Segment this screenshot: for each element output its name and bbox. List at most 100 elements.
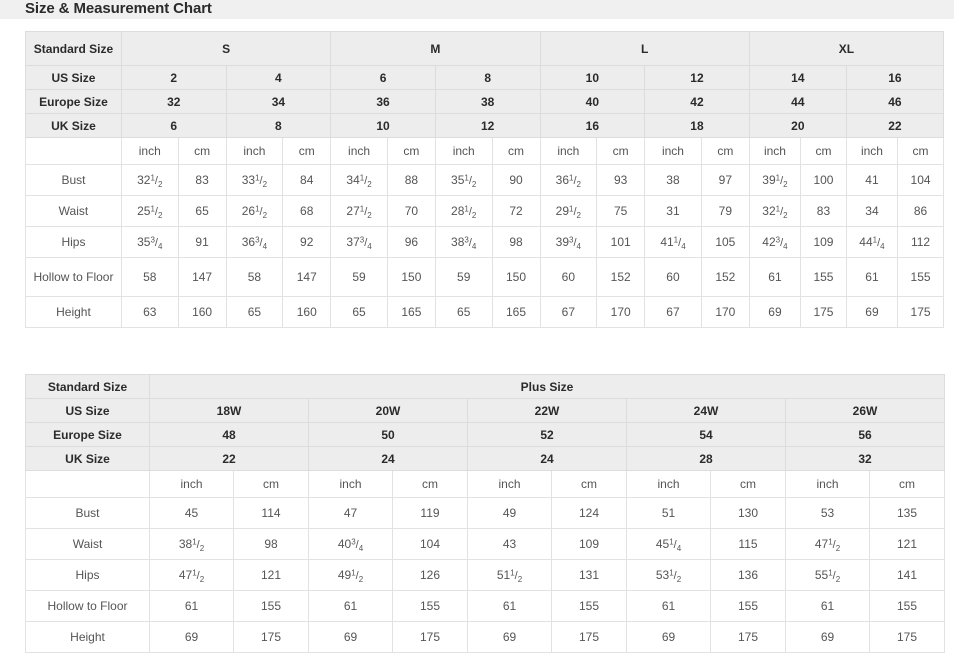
measurement-value: 136 xyxy=(710,559,786,591)
measurement-value: 75 xyxy=(596,195,646,227)
measurement-value: 70 xyxy=(386,195,436,227)
measurement-value: 147 xyxy=(282,257,332,297)
measurement-value: 175 xyxy=(868,621,946,653)
measurement-value: 152 xyxy=(596,257,646,297)
measurement-value: 170 xyxy=(700,296,750,328)
table-row-group-header: Standard Size Plus Size xyxy=(25,374,946,399)
measurement-value: 411/4 xyxy=(644,226,702,258)
measurement-value: 61 xyxy=(467,590,552,622)
measurement-value: 105 xyxy=(700,226,750,258)
measurement-value: 441/4 xyxy=(845,226,899,258)
measurement-value: 69 xyxy=(149,621,234,653)
measurement-value: 155 xyxy=(392,590,468,622)
measurement-value: 121 xyxy=(233,559,309,591)
plus-size-table-wrap: Standard Size Plus Size US Size 18W 20W 22W 24… xyxy=(25,374,946,653)
units-row-blank-label xyxy=(25,137,122,165)
measurement-value: 79 xyxy=(700,195,750,227)
group-header-m: M xyxy=(330,31,541,66)
measurement-value: 67 xyxy=(644,296,702,328)
us-size-cell: 24W xyxy=(626,398,786,423)
measurement-value: 60 xyxy=(539,257,598,297)
measurement-value: 83 xyxy=(177,164,227,196)
measurement-value: 59 xyxy=(434,257,493,297)
measurement-value: 551/2 xyxy=(785,559,870,591)
measurement-value: 61 xyxy=(626,590,711,622)
measurement-value: 83 xyxy=(800,195,847,227)
unit-header-inch: inch xyxy=(308,470,393,498)
plus-size-table: Standard Size Plus Size US Size 18W 20W 22W 24… xyxy=(25,374,946,653)
measurement-value: 361/2 xyxy=(539,164,598,196)
europe-size-cell: 56 xyxy=(784,422,946,447)
us-size-cell: 22W xyxy=(467,398,627,423)
measurement-value: 104 xyxy=(897,164,944,196)
measurement-value: 65 xyxy=(330,296,388,328)
header-us-size: US Size xyxy=(25,65,122,90)
europe-size-cell: 50 xyxy=(308,422,468,447)
measurement-value: 61 xyxy=(845,257,899,297)
measurement-value: 383/4 xyxy=(434,226,493,258)
header-standard-size: Standard Size xyxy=(25,374,150,399)
unit-header-inch: inch xyxy=(785,470,870,498)
measurement-value: 49 xyxy=(467,497,552,529)
unit-header-inch: inch xyxy=(149,470,234,498)
header-standard-size: Standard Size xyxy=(25,31,122,66)
standard-size-table-wrap: Standard Size S M L XL US Size 2 4 6 8 10 12 14 16 Eur… xyxy=(25,31,945,328)
us-size-cell: 14 xyxy=(748,65,847,90)
measurement-value: 53 xyxy=(785,497,870,529)
table-row-uk-size: UK Size 6 8 10 12 16 18 20 22 xyxy=(25,113,945,138)
measurement-label-height: Height xyxy=(25,621,150,653)
header-europe-size: Europe Size xyxy=(25,89,122,114)
measurement-value: 58 xyxy=(225,257,284,297)
group-header-plus-size: Plus Size xyxy=(148,374,946,399)
measurement-value: 38 xyxy=(644,164,702,196)
measurement-value: 96 xyxy=(386,226,436,258)
measurement-value: 121 xyxy=(868,528,946,560)
measurement-value: 84 xyxy=(282,164,332,196)
unit-header-inch: inch xyxy=(539,137,598,165)
unit-header-cm: cm xyxy=(177,137,227,165)
uk-size-cell: 22 xyxy=(149,446,309,471)
table-row-us-size: US Size 18W 20W 22W 24W 26W xyxy=(25,398,946,423)
measurement-value: 119 xyxy=(392,497,468,529)
unit-header-inch: inch xyxy=(644,137,702,165)
measurement-value: 321/2 xyxy=(748,195,802,227)
measurement-value: 175 xyxy=(710,621,786,653)
header-uk-size: UK Size xyxy=(25,113,122,138)
measurement-value: 351/2 xyxy=(434,164,493,196)
us-size-cell: 20W xyxy=(308,398,468,423)
europe-size-cell: 44 xyxy=(748,89,847,114)
measurement-value: 175 xyxy=(233,621,309,653)
table-row: Hollow to Floor 58 147 58 147 59 150 59 150 60 152… xyxy=(25,257,944,297)
us-size-cell: 10 xyxy=(539,65,646,90)
uk-size-cell: 20 xyxy=(748,113,847,138)
measurement-label-height: Height xyxy=(25,296,122,328)
header-europe-size: Europe Size xyxy=(25,422,150,447)
measurement-value: 41 xyxy=(845,164,899,196)
table-row-group-header: Standard Size S M L XL xyxy=(25,31,945,66)
table-gap xyxy=(0,328,954,374)
measurement-value: 381/2 xyxy=(149,528,234,560)
uk-size-cell: 16 xyxy=(539,113,646,138)
measurement-value: 150 xyxy=(491,257,541,297)
measurement-value: 109 xyxy=(800,226,847,258)
measurement-value: 135 xyxy=(868,497,946,529)
spacer-top xyxy=(0,19,954,31)
europe-size-cell: 36 xyxy=(330,89,436,114)
measurement-value: 101 xyxy=(596,226,646,258)
uk-size-cell: 10 xyxy=(330,113,436,138)
units-row-blank-label xyxy=(25,470,150,498)
measurement-value: 511/2 xyxy=(467,559,552,591)
measurement-value: 91 xyxy=(177,226,227,258)
measurement-value: 65 xyxy=(177,195,227,227)
uk-size-cell: 8 xyxy=(225,113,332,138)
unit-header-inch: inch xyxy=(845,137,899,165)
uk-size-cell: 18 xyxy=(644,113,750,138)
unit-header-cm: cm xyxy=(392,470,468,498)
measurement-value: 90 xyxy=(491,164,541,196)
table-row: Height 69 175 69 175 69 175 69 175 69 175 xyxy=(25,621,946,653)
europe-size-cell: 42 xyxy=(644,89,750,114)
unit-header-cm: cm xyxy=(282,137,332,165)
table-row: Bust 45 114 47 119 49 124 51 130 53 135 xyxy=(25,497,946,529)
europe-size-cell: 52 xyxy=(467,422,627,447)
us-size-cell: 18W xyxy=(149,398,309,423)
